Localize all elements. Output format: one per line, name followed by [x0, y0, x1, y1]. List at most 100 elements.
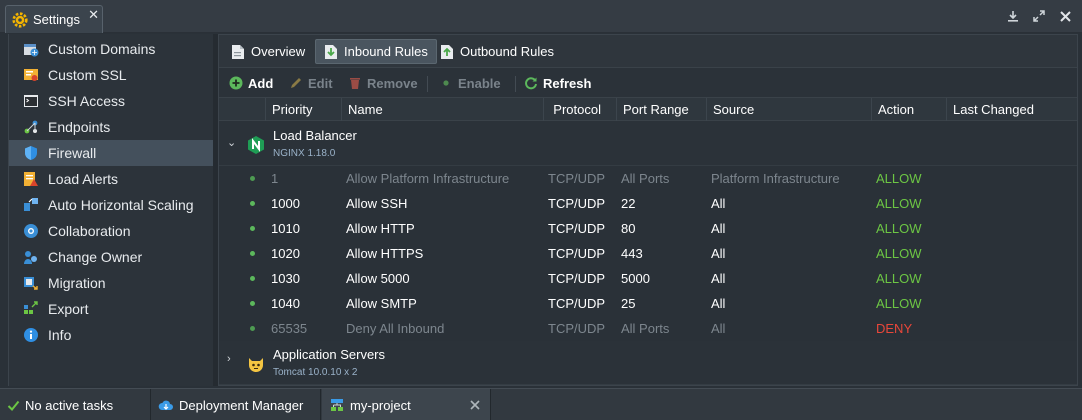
rule-protocol: TCP/UDP [548, 221, 606, 236]
add-icon [229, 76, 243, 90]
migration-icon [24, 277, 38, 290]
export-icon [24, 301, 38, 314]
settings-tab[interactable]: Settings ✕ [5, 5, 103, 33]
rule-protocol: TCP/UDP [548, 296, 606, 311]
column-header-action[interactable]: Action [871, 98, 946, 121]
rule-protocol: TCP/UDP [548, 271, 606, 286]
divider [490, 389, 491, 420]
chevron-right-icon[interactable]: › [227, 353, 231, 365]
sidebar-item-migration[interactable]: Migration [9, 270, 214, 296]
rule-action: ALLOW [876, 271, 922, 286]
status-dot-icon [250, 276, 255, 281]
project-tab-content[interactable]: my-project [330, 389, 411, 420]
sidebar-item-label: Export [48, 301, 89, 317]
check-icon [7, 400, 20, 411]
rule-protocol: TCP/UDP [548, 321, 606, 336]
table-row[interactable]: 1040 Allow SMTP TCP/UDP 25 All ALLOW [219, 291, 1077, 316]
rule-port-range: 80 [621, 221, 636, 236]
close-project-icon[interactable] [470, 389, 480, 420]
sidebar-item-label: Firewall [48, 145, 97, 161]
table-row[interactable]: 1000 Allow SSH TCP/UDP 22 All ALLOW [219, 191, 1077, 216]
sidebar-item-endpoints[interactable]: Endpoints [9, 114, 214, 140]
maximize-icon[interactable] [1031, 8, 1047, 24]
download-icon[interactable] [1005, 8, 1021, 24]
close-window-icon[interactable] [1057, 8, 1073, 24]
sidebar-item-firewall[interactable]: Firewall [9, 140, 214, 166]
pencil-icon [291, 78, 301, 88]
rule-action: ALLOW [876, 246, 922, 261]
tab-overview[interactable]: Overview [223, 39, 313, 64]
endpoints-icon [24, 120, 38, 134]
status-dot-icon [250, 201, 255, 206]
rule-name: Allow Platform Infrastructure [346, 171, 510, 186]
rule-source: All [711, 196, 726, 211]
rule-action: DENY [876, 321, 913, 336]
refresh-button[interactable]: Refresh [524, 69, 591, 97]
sidebar-item-ssh-access[interactable]: SSH Access [9, 88, 214, 114]
status-dot-icon [250, 226, 255, 231]
column-header-protocol[interactable]: Protocol [543, 98, 617, 121]
sidebar-item-auto-horizontal-scaling[interactable]: Auto Horizontal Scaling [9, 192, 214, 218]
tasks-label: No active tasks [25, 397, 114, 413]
rule-protocol: TCP/UDP [548, 246, 606, 261]
remove-button[interactable]: Remove [348, 69, 418, 97]
sidebar-item-label: Custom SSL [48, 67, 127, 83]
table-row[interactable]: 65535 Deny All Inbound TCP/UDP All Ports… [219, 316, 1077, 341]
add-button[interactable]: Add [229, 69, 273, 97]
column-header-port-range[interactable]: Port Range [616, 98, 706, 121]
nginx-icon [248, 136, 264, 154]
edit-button[interactable]: Edit [289, 69, 333, 97]
sidebar-item-load-alerts[interactable]: Load Alerts [9, 166, 214, 192]
sidebar-item-custom-domains[interactable]: Custom Domains [9, 36, 214, 62]
sidebar-item-label: Change Owner [48, 249, 143, 265]
status-dot-icon [250, 176, 255, 181]
rule-port-range: 5000 [621, 271, 650, 286]
environment-icon [331, 399, 343, 411]
inbound-icon [325, 44, 337, 59]
tab-outbound-rules[interactable]: Outbound Rules [432, 39, 562, 64]
enable-button[interactable]: Enable [439, 69, 501, 97]
project-label: my-project [350, 397, 411, 413]
add-label: Add [248, 75, 274, 91]
rule-port-range: 25 [621, 296, 636, 311]
tab-inbound-rules[interactable]: Inbound Rules [315, 39, 437, 64]
rule-name: Allow HTTP [346, 221, 415, 236]
sidebar-item-info[interactable]: Info [9, 322, 214, 348]
table-row[interactable]: 1010 Allow HTTP TCP/UDP 80 All ALLOW [219, 216, 1077, 241]
cloud-icon [158, 400, 173, 410]
group-name: Application Servers [273, 347, 385, 362]
rule-action: ALLOW [876, 171, 922, 186]
ssh-access-icon [24, 95, 38, 107]
table-row[interactable]: 1030 Allow 5000 TCP/UDP 5000 All ALLOW [219, 266, 1077, 291]
deployment-manager-tab[interactable]: Deployment Manager [158, 389, 303, 420]
rules-tabs: Overview Inbound Rules Outbound Rules [219, 35, 1077, 68]
group-application-servers[interactable]: › Application Servers Tomcat 10.0.10 x 2 [219, 341, 1077, 385]
sidebar-item-label: Collaboration [48, 223, 131, 239]
column-header-source[interactable]: Source [706, 98, 871, 121]
column-header-last-changed[interactable]: Last Changed [946, 98, 1077, 121]
tasks-status[interactable]: No active tasks [7, 389, 113, 420]
group-load-balancer[interactable]: ⌄ Load Balancer NGINX 1.18.0 [219, 122, 1077, 166]
sidebar-item-change-owner[interactable]: Change Owner [9, 244, 214, 270]
sidebar-item-collaboration[interactable]: Collaboration [9, 218, 214, 244]
chevron-down-icon[interactable]: ⌄ [227, 136, 236, 149]
column-header-name[interactable]: Name [341, 98, 543, 121]
rule-protocol: TCP/UDP [548, 171, 606, 186]
sidebar-item-label: Load Alerts [48, 171, 119, 187]
rule-priority: 1020 [271, 246, 300, 261]
settings-window: Settings ✕ Custom Domains Custom SSL SSH… [0, 0, 1082, 420]
table-row[interactable]: 1020 Allow HTTPS TCP/UDP 443 All ALLOW [219, 241, 1077, 266]
sidebar-item-custom-ssl[interactable]: Custom SSL [9, 62, 214, 88]
load-alerts-icon [24, 172, 38, 186]
rule-priority: 1010 [271, 221, 300, 236]
close-icon[interactable]: ✕ [88, 7, 99, 23]
sidebar-item-export[interactable]: Export [9, 296, 214, 322]
rule-priority: 65535 [271, 321, 308, 336]
refresh-label: Refresh [543, 75, 592, 91]
collaboration-icon [24, 224, 38, 238]
table-row[interactable]: 1 Allow Platform Infrastructure TCP/UDP … [219, 166, 1077, 191]
column-header-priority[interactable]: Priority [265, 98, 341, 121]
toolbar-divider [515, 76, 516, 92]
rule-source: All [711, 221, 726, 236]
window-title-bar: Settings ✕ [0, 0, 1082, 33]
